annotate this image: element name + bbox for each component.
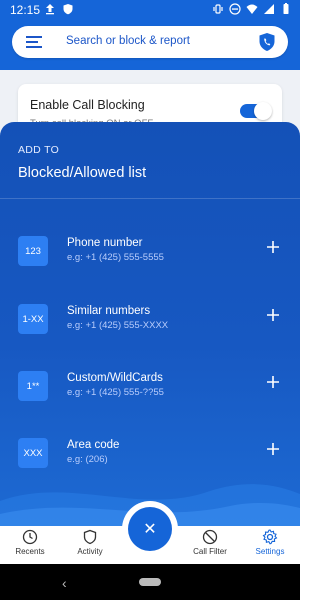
- call-blocking-title: Enable Call Blocking: [30, 98, 145, 112]
- call-blocking-toggle[interactable]: [240, 102, 272, 120]
- close-icon: ✕: [143, 521, 157, 538]
- nav-label: Settings: [255, 547, 285, 556]
- option-title: Phone number: [67, 237, 143, 249]
- vibrate-icon: [213, 4, 223, 14]
- clock-icon: [22, 529, 38, 545]
- nav-label: Activity: [77, 547, 103, 556]
- add-to-list-sheet: ADD TO Blocked/Allowed list 123 Phone nu…: [0, 122, 300, 526]
- option-title: Similar numbers: [67, 305, 151, 317]
- option-example: e.g: +1 (425) 555-XXXX: [67, 320, 169, 331]
- option-example: e.g: +1 (425) 555-??55: [67, 387, 164, 398]
- nav-settings[interactable]: Settings: [240, 529, 300, 556]
- block-icon: [202, 529, 218, 545]
- add-icon[interactable]: [266, 442, 280, 456]
- wifi-icon: [246, 4, 258, 14]
- dnd-icon: [229, 3, 241, 15]
- upload-icon: [46, 4, 54, 15]
- back-icon[interactable]: ‹: [62, 575, 67, 591]
- option-badge: 123: [18, 236, 48, 266]
- nav-call-filter[interactable]: Call Filter: [180, 529, 240, 556]
- option-badge: 1**: [18, 371, 48, 401]
- nav-label: Call Filter: [193, 547, 227, 556]
- search-bar[interactable]: Search or block & report: [12, 26, 288, 58]
- option-custom-wildcards[interactable]: 1** Custom/WildCards e.g: +1 (425) 555-?…: [18, 371, 284, 405]
- add-icon[interactable]: [266, 308, 280, 322]
- shield-icon: [83, 529, 97, 545]
- nav-label: Recents: [15, 547, 45, 556]
- battery-icon: [283, 3, 289, 14]
- system-navigation-bar: ‹: [0, 564, 300, 600]
- status-time: 12:15: [10, 3, 41, 17]
- signal-icon: [264, 4, 274, 14]
- sheet-divider: [0, 198, 300, 199]
- status-bar: 12:15: [0, 0, 300, 20]
- add-to-label: ADD TO: [18, 144, 60, 156]
- sheet-header: ADD TO Blocked/Allowed list: [18, 144, 146, 181]
- menu-icon[interactable]: [26, 35, 42, 49]
- search-placeholder[interactable]: Search or block & report: [66, 35, 190, 47]
- gear-icon: [262, 529, 278, 545]
- option-title: Custom/WildCards: [67, 372, 163, 384]
- nav-activity[interactable]: Activity: [60, 529, 120, 556]
- add-icon[interactable]: [266, 240, 280, 254]
- shield-phone-icon[interactable]: [258, 32, 276, 52]
- option-phone-number[interactable]: 123 Phone number e.g: +1 (425) 555-5555: [18, 236, 284, 270]
- option-example: e.g: +1 (425) 555-5555: [67, 252, 164, 263]
- add-icon[interactable]: [266, 375, 280, 389]
- shield-status-icon: [63, 4, 73, 15]
- option-badge: 1-XX: [18, 304, 48, 334]
- nav-recents[interactable]: Recents: [0, 529, 60, 556]
- option-similar-numbers[interactable]: 1-XX Similar numbers e.g: +1 (425) 555-X…: [18, 304, 284, 338]
- sheet-title: Blocked/Allowed list: [18, 165, 147, 181]
- close-sheet-button[interactable]: ✕: [128, 507, 172, 551]
- home-pill[interactable]: [139, 578, 161, 586]
- option-title: Area code: [67, 439, 120, 451]
